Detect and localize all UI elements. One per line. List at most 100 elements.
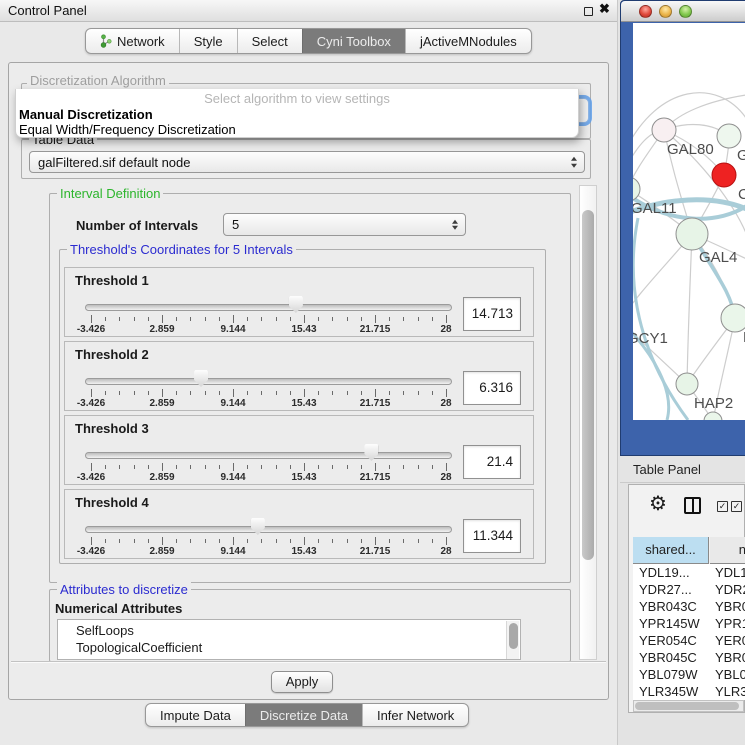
num-intervals-value: 5 bbox=[232, 214, 239, 235]
minimize-window-icon[interactable] bbox=[659, 5, 672, 18]
threshold-slider[interactable]: -3.4262.8599.14415.4321.71528 bbox=[91, 268, 446, 338]
table-row[interactable]: YBL079WYBL0 bbox=[633, 666, 745, 683]
slider-ticks bbox=[91, 463, 446, 472]
table-data-value: galFiltered.sif default node bbox=[38, 152, 190, 173]
gear-icon[interactable]: ⚙ bbox=[649, 491, 667, 516]
slider-ticks bbox=[91, 537, 446, 546]
checkbox-icon[interactable]: ✓ bbox=[717, 501, 728, 512]
network-node[interactable] bbox=[633, 177, 640, 201]
numerical-attributes-label: Numerical Attributes bbox=[55, 601, 182, 616]
slider-track[interactable] bbox=[85, 452, 452, 459]
threshold-slider[interactable]: -3.4262.8599.14415.4321.71528 bbox=[91, 342, 446, 412]
float-window-icon[interactable] bbox=[584, 7, 593, 16]
stepper-icon bbox=[452, 219, 458, 230]
slider-scale-labels: -3.4262.8599.14415.4321.71528 bbox=[91, 546, 446, 558]
threshold-row-3: Threshold 3 -3.4262.8599.14415.4321.7152… bbox=[64, 415, 534, 485]
divider bbox=[11, 661, 606, 663]
num-intervals-label: Number of Intervals bbox=[76, 218, 198, 233]
table-body: YDL19...YDL1YDR27...YDR2YBR043CYBR0YPR14… bbox=[633, 564, 745, 700]
threshold-row-4: Threshold 4 -3.4262.8599.14415.4321.7152… bbox=[64, 489, 534, 559]
network-node-label: GCY1 bbox=[633, 330, 668, 347]
settings-viewport: Interval Definition Number of Intervals … bbox=[15, 184, 577, 661]
slider-track[interactable] bbox=[85, 304, 452, 311]
network-node[interactable] bbox=[676, 373, 698, 395]
column-header-name[interactable]: na bbox=[710, 537, 745, 564]
tab-select[interactable]: Select bbox=[237, 29, 302, 53]
threshold-slider[interactable]: -3.4262.8599.14415.4321.71528 bbox=[91, 490, 446, 560]
main-scrollbar[interactable] bbox=[579, 185, 597, 660]
tab-impute-data[interactable]: Impute Data bbox=[146, 704, 245, 726]
network-node-label: GAL4 bbox=[699, 249, 737, 266]
network-node-label: GAL11 bbox=[633, 200, 677, 217]
slider-scale-labels: -3.4262.8599.14415.4321.71528 bbox=[91, 324, 446, 336]
network-icon bbox=[100, 34, 112, 48]
tab-infer-network[interactable]: Infer Network bbox=[362, 704, 468, 726]
dropdown-item-manual-discretization[interactable]: Manual Discretization bbox=[19, 107, 153, 122]
column-header-shared[interactable]: shared... bbox=[633, 537, 709, 564]
algorithm-group-title: Discretization Algorithm bbox=[27, 73, 169, 88]
table-row[interactable]: YPR145WYPR1 bbox=[633, 615, 745, 632]
network-node-label: GAL80 bbox=[667, 141, 714, 158]
bottom-tabs: Impute Data Discretize Data Infer Networ… bbox=[145, 703, 469, 727]
network-node[interactable] bbox=[712, 163, 736, 187]
apply-button[interactable]: Apply bbox=[271, 671, 333, 693]
network-node[interactable] bbox=[652, 118, 676, 142]
list-scrollbar[interactable] bbox=[506, 621, 519, 660]
network-graph: GAL80GACGAL11GAL4GCY1HHAP2 bbox=[633, 23, 745, 420]
table-row[interactable]: YBR045CYBR0 bbox=[633, 649, 745, 666]
threshold-slider[interactable]: -3.4262.8599.14415.4321.71528 bbox=[91, 416, 446, 486]
threshold-value-field[interactable]: 21.4 bbox=[463, 445, 521, 479]
slider-scale-labels: -3.4262.8599.14415.4321.71528 bbox=[91, 472, 446, 484]
network-canvas[interactable]: GAL80GACGAL11GAL4GCY1HHAP2 bbox=[633, 23, 745, 420]
tab-discretize-data[interactable]: Discretize Data bbox=[245, 704, 362, 726]
network-view-window: GAL80GACGAL11GAL4GCY1HHAP2 bbox=[620, 0, 745, 456]
horizontal-scrollbar-thumb[interactable] bbox=[635, 702, 739, 710]
network-node[interactable] bbox=[704, 412, 722, 420]
tab-style[interactable]: Style bbox=[179, 29, 237, 53]
threshold-value-field[interactable]: 6.316 bbox=[463, 371, 521, 405]
attributes-group-title: Attributes to discretize bbox=[57, 582, 191, 597]
table-row[interactable]: YER054CYER0 bbox=[633, 632, 745, 649]
horizontal-scrollbar[interactable] bbox=[633, 700, 744, 712]
network-node[interactable] bbox=[721, 304, 745, 332]
dropdown-item-equal-width[interactable]: Equal Width/Frequency Discretization bbox=[19, 122, 236, 137]
tab-label: Network bbox=[117, 34, 165, 49]
list-scrollbar-thumb[interactable] bbox=[509, 623, 518, 649]
network-node[interactable] bbox=[717, 124, 741, 148]
slider-track[interactable] bbox=[85, 378, 452, 385]
close-window-icon[interactable] bbox=[639, 5, 652, 18]
attribute-item[interactable]: TopologicalCoefficient bbox=[58, 639, 520, 656]
attribute-item[interactable]: BetweennessCentrality bbox=[58, 656, 520, 660]
stepper-icon bbox=[571, 157, 577, 168]
table-row[interactable]: YLR345WYLR3 bbox=[633, 683, 745, 700]
zoom-window-icon[interactable] bbox=[679, 5, 692, 18]
main-scrollbar-thumb[interactable] bbox=[582, 210, 594, 560]
checkbox-icon[interactable]: ✓ bbox=[731, 501, 742, 512]
attribute-items: SelfLoopsTopologicalCoefficientBetweenne… bbox=[58, 620, 520, 660]
table-row[interactable]: YBR043CYBR0 bbox=[633, 598, 745, 615]
threshold-value-field[interactable]: 11.344 bbox=[463, 519, 521, 553]
close-icon[interactable]: ✖ bbox=[599, 1, 610, 17]
threshold-row-1: Threshold 1 -3.4262.8599.14415.4321.7152… bbox=[64, 267, 534, 337]
control-panel-tabs: Network Style Select Cyni Toolbox jActiv… bbox=[85, 28, 532, 54]
table-row[interactable]: YDR27...YDR2 bbox=[633, 581, 745, 598]
table-row[interactable]: YDL19...YDL1 bbox=[633, 564, 745, 581]
network-nodes: GAL80GACGAL11GAL4GCY1HHAP2 bbox=[633, 118, 745, 420]
columns-icon[interactable] bbox=[684, 497, 701, 514]
table-panel: ⚙ ✓ ✓ shared... na YDL19...YDL1YDR27...Y… bbox=[628, 484, 745, 713]
network-node-label: GA bbox=[737, 147, 745, 164]
table-data-combobox[interactable]: galFiltered.sif default node bbox=[29, 151, 585, 173]
attribute-item[interactable]: SelfLoops bbox=[58, 622, 520, 639]
num-intervals-combobox[interactable]: 5 bbox=[223, 213, 466, 236]
thresholds-group-title: Threshold's Coordinates for 5 Intervals bbox=[67, 242, 296, 257]
threshold-row-2: Threshold 2 -3.4262.8599.14415.4321.7152… bbox=[64, 341, 534, 411]
tab-jactivemnodules[interactable]: jActiveMNodules bbox=[405, 29, 531, 53]
control-panel-titlebar: Control Panel ✖ bbox=[0, 0, 617, 22]
slider-track[interactable] bbox=[85, 526, 452, 533]
numerical-attributes-list[interactable]: SelfLoopsTopologicalCoefficientBetweenne… bbox=[57, 619, 521, 660]
network-node[interactable] bbox=[676, 218, 708, 250]
tab-network[interactable]: Network bbox=[86, 29, 179, 53]
threshold-value-field[interactable]: 14.713 bbox=[463, 297, 521, 331]
tab-cyni-toolbox[interactable]: Cyni Toolbox bbox=[302, 29, 405, 53]
panel-title: Control Panel bbox=[8, 0, 87, 21]
